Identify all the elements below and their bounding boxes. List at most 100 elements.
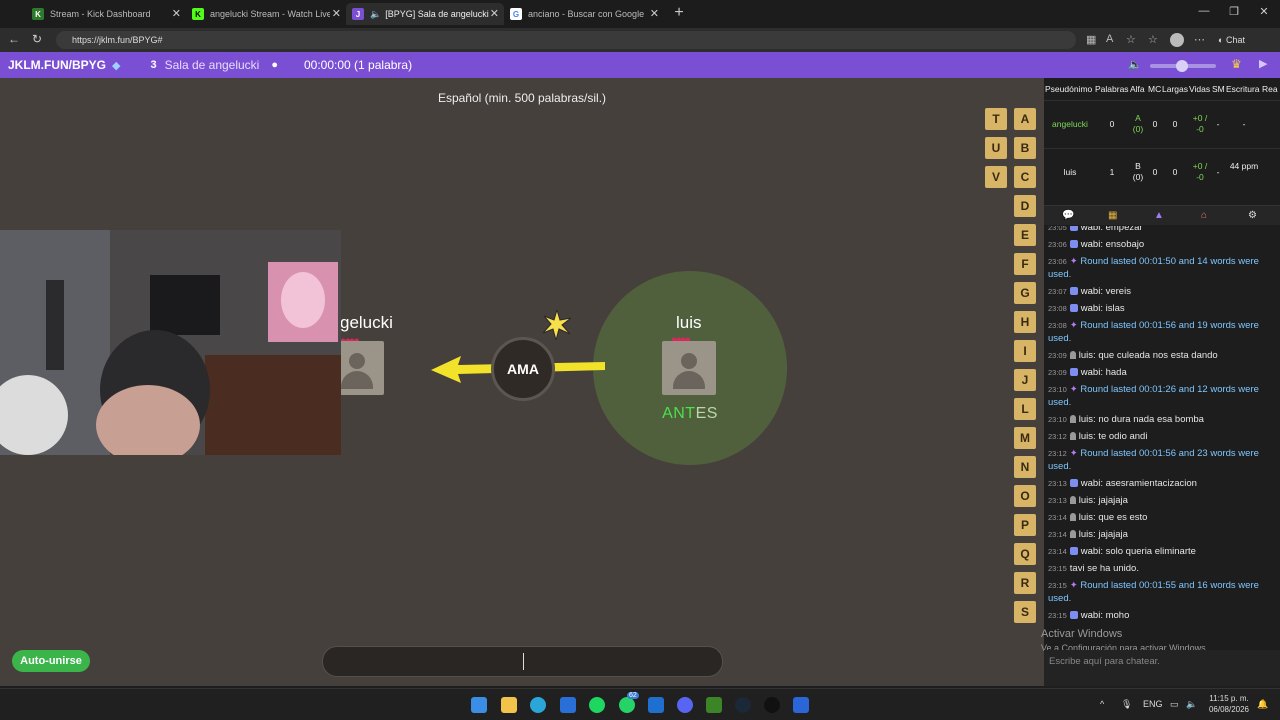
- spotify-icon[interactable]: [589, 697, 605, 713]
- tab-angelucki-stream[interactable]: K angelucki Stream - Watch Live on ✕: [186, 3, 346, 25]
- message-text: que es esto: [1098, 512, 1148, 523]
- chat-tab-icon[interactable]: 💬: [1062, 210, 1074, 221]
- edge-icon[interactable]: [530, 697, 546, 713]
- letter-tile: G: [1014, 282, 1036, 304]
- message-author[interactable]: wabi: [1081, 478, 1101, 489]
- volume-slider-knob[interactable]: [1176, 60, 1188, 72]
- wizard-tab-icon[interactable]: ▲: [1154, 210, 1164, 221]
- close-icon[interactable]: ✕: [490, 7, 499, 20]
- message-author[interactable]: wabi: [1081, 239, 1101, 250]
- discord-icon: [1069, 226, 1078, 231]
- letter-tile: T: [985, 108, 1007, 130]
- cell: -: [1216, 119, 1220, 129]
- table-row: luis 1 B (0) 0 0 +0 / -0 - 44 ppm: [1044, 148, 1280, 194]
- collections-icon[interactable]: ☆: [1148, 33, 1158, 46]
- bomb: AMA: [491, 337, 555, 401]
- letter-tile: B: [1014, 137, 1036, 159]
- network-icon[interactable]: ▭: [1170, 699, 1179, 710]
- chat-input[interactable]: Escribe aquí para chatear.: [1044, 650, 1280, 686]
- letter-tile: H: [1014, 311, 1036, 333]
- chat-log: 23:05 wabi: empezar 23:06 wabi: ensobajo 23:…: [1044, 226, 1280, 646]
- message-author[interactable]: luis: [1079, 529, 1093, 540]
- message-author[interactable]: wabi: [1081, 226, 1101, 233]
- chat-message: 23:08 wabi: islas: [1048, 303, 1125, 314]
- language-indicator[interactable]: ENG: [1143, 699, 1163, 709]
- maximize-button[interactable]: ❐: [1224, 5, 1244, 18]
- wand-icon: ✦: [1069, 448, 1081, 459]
- more-icon[interactable]: ⋯: [1194, 33, 1205, 46]
- play-icon[interactable]: ▶: [1259, 57, 1267, 70]
- chat-message: 23:10 luis: no dura nada esa bomba: [1048, 414, 1204, 425]
- app-icon[interactable]: ▦: [1086, 33, 1096, 46]
- wand-icon: ✦: [1069, 384, 1081, 395]
- cell: -: [1216, 167, 1220, 177]
- tab-google-search[interactable]: G anciano - Buscar con Google ✕: [504, 3, 664, 25]
- crown-icon[interactable]: ♛: [1231, 57, 1242, 71]
- auto-join-button[interactable]: Auto-unirse: [12, 650, 90, 672]
- file-explorer-icon[interactable]: [501, 697, 517, 713]
- system-clock[interactable]: 11:15 p. m. 06/08/2026: [1206, 693, 1252, 715]
- volume-icon[interactable]: 🔈: [1128, 58, 1142, 71]
- language-label: Español (min. 500 palabras/sil.): [437, 91, 607, 105]
- message-text: Round lasted 00:01:56 and 19 words were …: [1048, 320, 1259, 344]
- chat-message: 23:09 luis: que culeada nos esta dando: [1048, 350, 1218, 361]
- notification-icon[interactable]: 🔔: [1257, 699, 1268, 710]
- message-author[interactable]: wabi: [1081, 303, 1101, 314]
- favorite-icon[interactable]: ☆: [1126, 33, 1136, 46]
- tab-kick-dashboard[interactable]: K Stream - Kick Dashboard ✕: [26, 3, 186, 25]
- close-icon[interactable]: ✕: [172, 7, 181, 20]
- letter-tile: I: [1014, 340, 1036, 362]
- message-author[interactable]: wabi: [1081, 546, 1101, 557]
- message-text: islas: [1105, 303, 1125, 314]
- whatsapp-icon[interactable]: [619, 697, 635, 713]
- discord-icon[interactable]: [677, 697, 693, 713]
- back-icon[interactable]: ←: [8, 32, 20, 46]
- message-author[interactable]: wabi: [1081, 286, 1101, 297]
- start-icon[interactable]: [471, 697, 487, 713]
- word-input[interactable]: [322, 646, 723, 677]
- message-author[interactable]: luis: [1079, 431, 1093, 442]
- close-icon[interactable]: ✕: [332, 7, 341, 20]
- google-icon: G: [510, 8, 522, 20]
- new-tab-button[interactable]: +: [670, 3, 688, 23]
- microphone-icon[interactable]: 🎙: [1121, 699, 1132, 710]
- message-text: moho: [1105, 610, 1130, 621]
- store-icon[interactable]: [560, 697, 576, 713]
- site-link[interactable]: JKLM.FUN/BPYG: [8, 58, 106, 72]
- message-text: jajajaja: [1098, 495, 1128, 506]
- players-tab-icon[interactable]: ▦: [1108, 210, 1117, 221]
- url-input[interactable]: https://jklm.fun/BPYG#: [56, 31, 1076, 49]
- room-tab-icon[interactable]: ⌂: [1201, 210, 1207, 221]
- copilot-chat-button[interactable]: ◐ Chat: [1218, 35, 1245, 45]
- close-icon[interactable]: ✕: [650, 7, 659, 20]
- message-time: 23:09: [1048, 351, 1067, 360]
- chevron-up-icon[interactable]: ^: [1100, 699, 1104, 709]
- letter-tile: R: [1014, 572, 1036, 594]
- minecraft-icon[interactable]: [706, 697, 722, 713]
- obs-icon[interactable]: [764, 697, 780, 713]
- message-author[interactable]: luis: [1079, 512, 1093, 523]
- speaker-icon[interactable]: 🔈: [1186, 699, 1197, 710]
- refresh-icon[interactable]: ↻: [32, 32, 42, 46]
- column-header: Alfa: [1130, 84, 1145, 94]
- message-author[interactable]: wabi: [1081, 610, 1101, 621]
- game-stage: Español (min. 500 palabras/sil.) T U V A…: [0, 78, 1044, 686]
- message-author[interactable]: wabi: [1081, 367, 1101, 378]
- profile-avatar[interactable]: [1170, 33, 1184, 47]
- player-name[interactable]: angelucki: [1047, 119, 1093, 130]
- system-message: 23:10 ✦ Round lasted 00:01:26 and 12 word…: [1048, 384, 1268, 409]
- outlook-icon[interactable]: [648, 697, 664, 713]
- app-icon[interactable]: [793, 697, 809, 713]
- tab-jklm-room[interactable]: J 🔈 [BPYG] Sala de angelucki ✕: [346, 3, 504, 25]
- translate-icon[interactable]: A: [1106, 33, 1113, 45]
- steam-icon[interactable]: [735, 697, 751, 713]
- message-author[interactable]: luis: [1079, 414, 1093, 425]
- settings-icon[interactable]: ⚙: [1248, 210, 1257, 221]
- close-window-button[interactable]: ✕: [1254, 5, 1274, 18]
- cell: 0: [1152, 119, 1158, 129]
- message-author[interactable]: luis: [1079, 350, 1093, 361]
- minimize-button[interactable]: —: [1194, 5, 1214, 17]
- message-author[interactable]: luis: [1079, 495, 1093, 506]
- player-name[interactable]: luis: [1047, 167, 1093, 178]
- message-time: 23:14: [1048, 547, 1067, 556]
